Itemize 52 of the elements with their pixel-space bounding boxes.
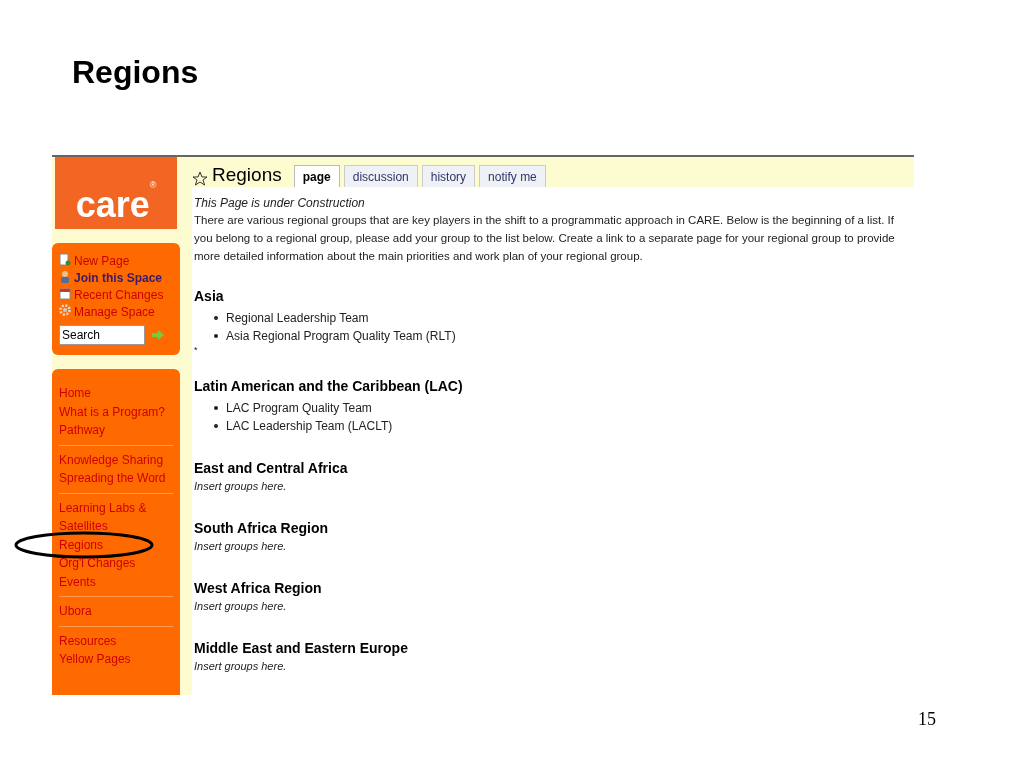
section-note: Insert groups here. [194, 659, 287, 674]
section-note: Insert groups here. [194, 599, 287, 614]
nav-link[interactable]: Events [59, 572, 173, 591]
section-note: Insert groups here. [194, 539, 287, 554]
list-item: Regional Leadership Team [226, 310, 369, 327]
page-tab[interactable]: notify me [479, 165, 546, 187]
nav-link[interactable]: What is a Program? [59, 402, 173, 421]
nav-link[interactable]: Pathway [59, 421, 173, 440]
page-tab[interactable]: page [293, 165, 340, 187]
action-link[interactable]: Recent Changes [74, 287, 164, 303]
logo-text: care [75, 187, 150, 223]
gear-icon [59, 304, 71, 316]
search-field[interactable]: Search [59, 325, 145, 345]
action-link[interactable]: New Page [74, 253, 130, 269]
nav-link[interactable]: Learning Labs & Satellites [59, 498, 173, 536]
nav-link[interactable]: Knowledge Sharing [59, 450, 173, 469]
nav-link[interactable]: Spreading the Word [59, 469, 173, 488]
person-icon [59, 270, 71, 283]
nav-link[interactable]: Regions [59, 535, 173, 554]
nav-link[interactable]: Yellow Pages [59, 650, 173, 669]
bullet-icon [214, 334, 218, 338]
star-icon[interactable] [192, 171, 208, 187]
section-heading: West Africa Region [194, 579, 323, 597]
registered-mark: ® [149, 179, 157, 192]
nav-link[interactable]: Ubora [59, 602, 173, 621]
section-note: Insert groups here. [194, 479, 287, 494]
section-heading: South Africa Region [194, 519, 330, 537]
section-heading: East and Central Africa [194, 459, 349, 477]
nav-link[interactable]: Org'l Changes [59, 554, 173, 573]
calendar-icon [59, 287, 71, 300]
construction-notice: This Page is under Construction [194, 195, 366, 211]
intro-paragraph: There are various regional groups that are key players in the shift to a programmatic approach in CARE. Below is the beginning of a list. If you belong to a regional group, please add your group to the list below. Create a link to a separate page for your regional group to provide more detailed information about the main priorities and work plan of your regional group. [194, 213, 896, 264]
bullet-icon [214, 316, 218, 320]
page-title: Regions [212, 163, 282, 187]
stray-mark: * [194, 345, 198, 355]
page-tab[interactable]: history [421, 165, 476, 187]
section-heading: Latin American and the Caribbean (LAC) [194, 377, 464, 395]
action-link[interactable]: Manage Space [74, 304, 155, 320]
slide-title: Regions [72, 56, 200, 88]
section-heading: Middle East and Eastern Europe [194, 639, 409, 657]
nav-link[interactable]: Home [59, 384, 173, 403]
list-item: LAC Program Quality Team [226, 400, 372, 417]
bullet-icon [214, 406, 218, 410]
list-item: Asia Regional Program Quality Team (RLT) [226, 328, 456, 345]
bullet-icon [214, 424, 218, 428]
page-number: 15 [918, 709, 936, 729]
section-heading: Asia [194, 287, 225, 305]
list-item: LAC Leadership Team (LACLT) [226, 418, 393, 435]
action-link[interactable]: Join this Space [74, 270, 163, 286]
nav-link[interactable]: Resources [59, 631, 173, 650]
page-icon [59, 253, 71, 266]
page-tab[interactable]: discussion [343, 165, 418, 187]
